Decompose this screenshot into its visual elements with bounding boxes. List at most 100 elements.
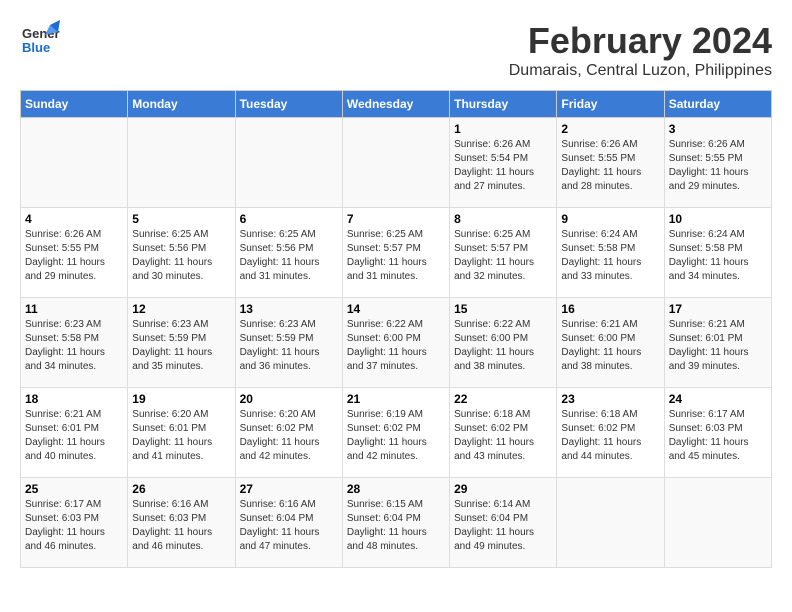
calendar-cell xyxy=(557,478,664,568)
calendar-cell: 19 Sunrise: 6:20 AM Sunset: 6:01 PM Dayli… xyxy=(128,388,235,478)
weekday-header-cell: Thursday xyxy=(450,91,557,118)
calendar-table: SundayMondayTuesdayWednesdayThursdayFrid… xyxy=(20,90,772,568)
calendar-cell: 25 Sunrise: 6:17 AM Sunset: 6:03 PM Dayli… xyxy=(21,478,128,568)
calendar-cell: 18 Sunrise: 6:21 AM Sunset: 6:01 PM Dayli… xyxy=(21,388,128,478)
calendar-body: 1 Sunrise: 6:26 AM Sunset: 5:54 PM Daylig… xyxy=(21,118,772,568)
day-number: 16 xyxy=(561,302,659,316)
day-info: Sunrise: 6:17 AM Sunset: 6:03 PM Dayligh… xyxy=(669,408,767,464)
calendar-cell: 26 Sunrise: 6:16 AM Sunset: 6:03 PM Dayli… xyxy=(128,478,235,568)
day-number: 6 xyxy=(240,212,338,226)
calendar-week-row: 18 Sunrise: 6:21 AM Sunset: 6:01 PM Dayli… xyxy=(21,388,772,478)
calendar-cell xyxy=(342,118,449,208)
day-info: Sunrise: 6:21 AM Sunset: 6:01 PM Dayligh… xyxy=(669,318,767,374)
calendar-cell: 14 Sunrise: 6:22 AM Sunset: 6:00 PM Dayli… xyxy=(342,298,449,388)
day-info: Sunrise: 6:19 AM Sunset: 6:02 PM Dayligh… xyxy=(347,408,445,464)
day-number: 1 xyxy=(454,122,552,136)
calendar-cell: 5 Sunrise: 6:25 AM Sunset: 5:56 PM Daylig… xyxy=(128,208,235,298)
day-info: Sunrise: 6:24 AM Sunset: 5:58 PM Dayligh… xyxy=(561,228,659,284)
day-number: 5 xyxy=(132,212,230,226)
weekday-header-row: SundayMondayTuesdayWednesdayThursdayFrid… xyxy=(21,91,772,118)
calendar-cell: 4 Sunrise: 6:26 AM Sunset: 5:55 PM Daylig… xyxy=(21,208,128,298)
day-info: Sunrise: 6:17 AM Sunset: 6:03 PM Dayligh… xyxy=(25,498,123,554)
day-number: 3 xyxy=(669,122,767,136)
calendar-cell: 29 Sunrise: 6:14 AM Sunset: 6:04 PM Dayli… xyxy=(450,478,557,568)
day-info: Sunrise: 6:21 AM Sunset: 6:01 PM Dayligh… xyxy=(25,408,123,464)
day-number: 19 xyxy=(132,392,230,406)
calendar-cell: 3Sunrise: 6:26 AM Sunset: 5:55 PM Daylig… xyxy=(664,118,771,208)
day-info: Sunrise: 6:18 AM Sunset: 6:02 PM Dayligh… xyxy=(454,408,552,464)
calendar-cell: 1 Sunrise: 6:26 AM Sunset: 5:54 PM Daylig… xyxy=(450,118,557,208)
weekday-header-cell: Tuesday xyxy=(235,91,342,118)
day-number: 12 xyxy=(132,302,230,316)
day-number: 15 xyxy=(454,302,552,316)
calendar-cell: 6 Sunrise: 6:25 AM Sunset: 5:56 PM Daylig… xyxy=(235,208,342,298)
day-info: Sunrise: 6:25 AM Sunset: 5:57 PM Dayligh… xyxy=(454,228,552,284)
weekday-header-cell: Wednesday xyxy=(342,91,449,118)
day-info: Sunrise: 6:14 AM Sunset: 6:04 PM Dayligh… xyxy=(454,498,552,554)
calendar-cell: 17Sunrise: 6:21 AM Sunset: 6:01 PM Dayli… xyxy=(664,298,771,388)
day-number: 27 xyxy=(240,482,338,496)
day-info: Sunrise: 6:21 AM Sunset: 6:00 PM Dayligh… xyxy=(561,318,659,374)
calendar-cell: 24Sunrise: 6:17 AM Sunset: 6:03 PM Dayli… xyxy=(664,388,771,478)
day-info: Sunrise: 6:23 AM Sunset: 5:59 PM Dayligh… xyxy=(132,318,230,374)
day-info: Sunrise: 6:22 AM Sunset: 6:00 PM Dayligh… xyxy=(347,318,445,374)
calendar-cell: 22Sunrise: 6:18 AM Sunset: 6:02 PM Dayli… xyxy=(450,388,557,478)
title-block: February 2024 Dumarais, Central Luzon, P… xyxy=(509,20,772,80)
day-info: Sunrise: 6:25 AM Sunset: 5:57 PM Dayligh… xyxy=(347,228,445,284)
day-number: 28 xyxy=(347,482,445,496)
day-number: 21 xyxy=(347,392,445,406)
day-info: Sunrise: 6:26 AM Sunset: 5:55 PM Dayligh… xyxy=(561,138,659,194)
day-info: Sunrise: 6:16 AM Sunset: 6:04 PM Dayligh… xyxy=(240,498,338,554)
calendar-week-row: 1 Sunrise: 6:26 AM Sunset: 5:54 PM Daylig… xyxy=(21,118,772,208)
day-number: 8 xyxy=(454,212,552,226)
day-info: Sunrise: 6:18 AM Sunset: 6:02 PM Dayligh… xyxy=(561,408,659,464)
calendar-cell: 28 Sunrise: 6:15 AM Sunset: 6:04 PM Dayli… xyxy=(342,478,449,568)
day-number: 2 xyxy=(561,122,659,136)
day-number: 4 xyxy=(25,212,123,226)
logo: General Blue xyxy=(20,20,60,65)
calendar-cell xyxy=(664,478,771,568)
page-header: General Blue February 2024 Dumarais, Cen… xyxy=(20,20,772,80)
day-number: 14 xyxy=(347,302,445,316)
calendar-cell: 15 Sunrise: 6:22 AM Sunset: 6:00 PM Dayli… xyxy=(450,298,557,388)
subtitle: Dumarais, Central Luzon, Philippines xyxy=(509,62,772,80)
day-info: Sunrise: 6:25 AM Sunset: 5:56 PM Dayligh… xyxy=(240,228,338,284)
calendar-week-row: 11Sunrise: 6:23 AM Sunset: 5:58 PM Dayli… xyxy=(21,298,772,388)
calendar-cell xyxy=(235,118,342,208)
calendar-cell: 12 Sunrise: 6:23 AM Sunset: 5:59 PM Dayli… xyxy=(128,298,235,388)
day-number: 7 xyxy=(347,212,445,226)
day-info: Sunrise: 6:26 AM Sunset: 5:55 PM Dayligh… xyxy=(25,228,123,284)
calendar-cell: 2 Sunrise: 6:26 AM Sunset: 5:55 PM Daylig… xyxy=(557,118,664,208)
calendar-cell: 11Sunrise: 6:23 AM Sunset: 5:58 PM Dayli… xyxy=(21,298,128,388)
calendar-week-row: 25 Sunrise: 6:17 AM Sunset: 6:03 PM Dayli… xyxy=(21,478,772,568)
day-info: Sunrise: 6:23 AM Sunset: 5:58 PM Dayligh… xyxy=(25,318,123,374)
day-info: Sunrise: 6:26 AM Sunset: 5:54 PM Dayligh… xyxy=(454,138,552,194)
day-number: 18 xyxy=(25,392,123,406)
calendar-week-row: 4 Sunrise: 6:26 AM Sunset: 5:55 PM Daylig… xyxy=(21,208,772,298)
day-number: 20 xyxy=(240,392,338,406)
calendar-cell: 13Sunrise: 6:23 AM Sunset: 5:59 PM Dayli… xyxy=(235,298,342,388)
day-info: Sunrise: 6:20 AM Sunset: 6:02 PM Dayligh… xyxy=(240,408,338,464)
day-number: 25 xyxy=(25,482,123,496)
logo-icon: General Blue xyxy=(20,20,60,60)
calendar-cell: 23 Sunrise: 6:18 AM Sunset: 6:02 PM Dayli… xyxy=(557,388,664,478)
day-number: 26 xyxy=(132,482,230,496)
day-info: Sunrise: 6:24 AM Sunset: 5:58 PM Dayligh… xyxy=(669,228,767,284)
day-info: Sunrise: 6:20 AM Sunset: 6:01 PM Dayligh… xyxy=(132,408,230,464)
day-info: Sunrise: 6:22 AM Sunset: 6:00 PM Dayligh… xyxy=(454,318,552,374)
calendar-cell: 8 Sunrise: 6:25 AM Sunset: 5:57 PM Daylig… xyxy=(450,208,557,298)
weekday-header-cell: Monday xyxy=(128,91,235,118)
calendar-cell: 27 Sunrise: 6:16 AM Sunset: 6:04 PM Dayli… xyxy=(235,478,342,568)
calendar-cell: 10 Sunrise: 6:24 AM Sunset: 5:58 PM Dayli… xyxy=(664,208,771,298)
calendar-cell xyxy=(21,118,128,208)
day-info: Sunrise: 6:16 AM Sunset: 6:03 PM Dayligh… xyxy=(132,498,230,554)
calendar-cell: 9Sunrise: 6:24 AM Sunset: 5:58 PM Daylig… xyxy=(557,208,664,298)
day-number: 10 xyxy=(669,212,767,226)
calendar-cell: 7 Sunrise: 6:25 AM Sunset: 5:57 PM Daylig… xyxy=(342,208,449,298)
day-info: Sunrise: 6:25 AM Sunset: 5:56 PM Dayligh… xyxy=(132,228,230,284)
day-number: 23 xyxy=(561,392,659,406)
main-title: February 2024 xyxy=(509,20,772,62)
svg-text:Blue: Blue xyxy=(22,40,50,55)
day-info: Sunrise: 6:15 AM Sunset: 6:04 PM Dayligh… xyxy=(347,498,445,554)
day-number: 29 xyxy=(454,482,552,496)
